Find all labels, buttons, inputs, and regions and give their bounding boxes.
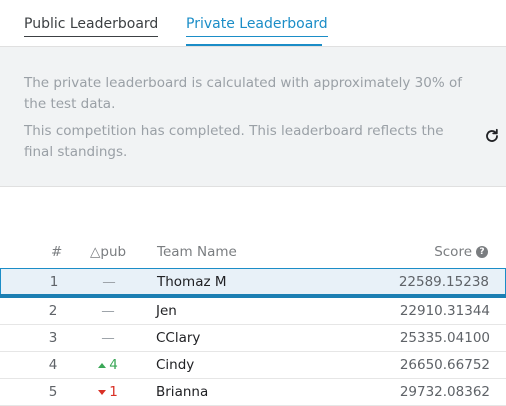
info-private-description: The private leaderboard is calculated wi… (24, 75, 462, 112)
header-rank: # (51, 244, 63, 260)
help-icon[interactable]: ? (476, 246, 488, 258)
row-score: 26650.66752 (399, 357, 490, 373)
arrow-up-icon (98, 362, 107, 368)
table-row[interactable]: 2 — Jen 22910.31344 (0, 298, 506, 325)
row-score: 22910.31344 (399, 303, 490, 319)
leaderboard-tabs: Public Leaderboard Private Leaderboard (0, 0, 506, 47)
row-public-delta: 1 (94, 384, 122, 400)
row-team-name[interactable]: CClary (156, 330, 200, 346)
row-rank: 5 (48, 384, 58, 400)
refresh-icon[interactable] (484, 128, 500, 144)
row-public-delta: 4 (94, 357, 122, 373)
row-rank: 4 (48, 357, 58, 373)
row-team-name[interactable]: Thomaz M (157, 274, 227, 290)
header-score[interactable]: Score ? (434, 244, 488, 260)
row-public-delta: — (102, 274, 116, 290)
row-score: 29732.08362 (399, 384, 490, 400)
leaderboard-table: 1 — Thomaz M 22589.15238 2 — Jen 22910.31344 3 — C… (0, 268, 506, 406)
header-score-label: Score (434, 244, 472, 260)
row-team-name[interactable]: Cindy (156, 357, 194, 373)
info-panel: The private leaderboard is calculated wi… (0, 47, 506, 187)
table-row[interactable]: 1 — Thomaz M 22589.15238 (0, 268, 506, 294)
row-team-name[interactable]: Jen (156, 303, 177, 319)
row-rank: 1 (49, 274, 59, 290)
active-tab-indicator (186, 44, 322, 46)
row-score: 25335.04100 (399, 330, 490, 346)
row-public-delta: — (101, 330, 115, 346)
info-competition-status: This competition has completed. This lea… (24, 123, 444, 160)
row-public-delta: — (101, 303, 115, 319)
row-rank: 2 (48, 303, 58, 319)
table-header: # △pub Team Name Score ? (0, 238, 506, 266)
arrow-down-icon (98, 389, 107, 395)
row-team-name[interactable]: Brianna (156, 384, 208, 400)
row-score: 22589.15238 (398, 274, 489, 290)
header-team-name[interactable]: Team Name (157, 244, 237, 260)
table-row[interactable]: 4 4 Cindy 26650.66752 (0, 352, 506, 379)
table-row[interactable]: 3 — CClary 25335.04100 (0, 325, 506, 352)
header-delta-public[interactable]: △pub (90, 244, 126, 260)
tab-private-leaderboard[interactable]: Private Leaderboard (186, 16, 328, 37)
tab-public-leaderboard[interactable]: Public Leaderboard (24, 16, 159, 37)
row-rank: 3 (48, 330, 58, 346)
table-row[interactable]: 5 1 Brianna 29732.08362 (0, 379, 506, 406)
